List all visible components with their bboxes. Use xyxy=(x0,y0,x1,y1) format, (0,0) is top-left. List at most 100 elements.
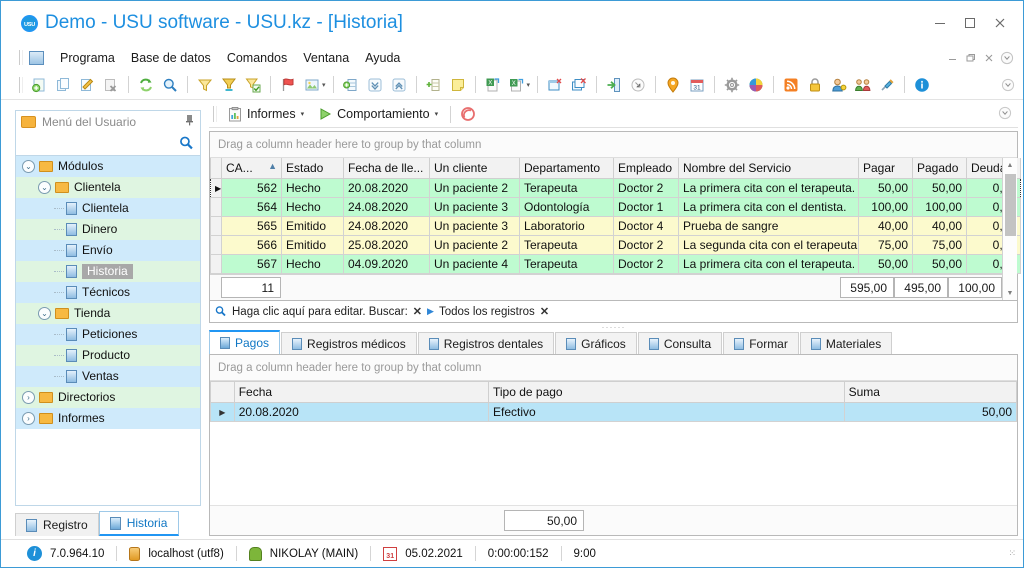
tab-registros-dentales[interactable]: Registros dentales xyxy=(417,332,555,354)
tree-item-m-dulos[interactable]: ⌄ Módulos xyxy=(16,156,200,177)
tree-item-t-cnicos[interactable]: Técnicos xyxy=(16,282,200,303)
cell-departamento[interactable]: Laboratorio xyxy=(519,216,614,236)
table-row[interactable]: 566 Emitido 25.08.2020 Un paciente 2 Terapeu… xyxy=(210,235,1021,255)
scroll-track[interactable] xyxy=(1003,172,1018,286)
color-wheel-button[interactable] xyxy=(745,74,767,96)
tab-registros-m-dicos[interactable]: Registros médicos xyxy=(281,332,417,354)
close-button[interactable] xyxy=(985,10,1015,36)
menu-grip-handle[interactable] xyxy=(19,50,23,65)
calendar-button[interactable]: 31 xyxy=(686,74,708,96)
detail-column-header-fecha[interactable]: Fecha xyxy=(233,381,490,403)
horizontal-splitter[interactable]: ······ xyxy=(209,322,1018,332)
sidebar-search-row[interactable] xyxy=(15,132,201,155)
cell-fecha[interactable]: 20.08.2020 xyxy=(343,178,430,198)
collapse-all-button[interactable] xyxy=(388,74,410,96)
refresh-button[interactable] xyxy=(135,74,157,96)
toolbar-grip-handle[interactable] xyxy=(19,76,23,93)
flag-button[interactable] xyxy=(277,74,299,96)
export-excel-dd-button[interactable]: X xyxy=(506,74,528,96)
cell-estado[interactable]: Emitido xyxy=(281,235,344,255)
exit-button[interactable] xyxy=(603,74,625,96)
table-row[interactable]: 565 Emitido 24.08.2020 Un paciente 3 Laborat… xyxy=(210,216,1021,236)
cell-pagado[interactable]: 50,00 xyxy=(912,254,967,274)
tree-item-dinero[interactable]: Dinero xyxy=(16,219,200,240)
cell-fecha[interactable]: 04.09.2020 xyxy=(343,254,430,274)
minimize-button[interactable] xyxy=(925,10,955,36)
filter-gold-button[interactable] xyxy=(218,74,240,96)
cell-cliente[interactable]: Un paciente 2 xyxy=(429,178,520,198)
expand-all-button[interactable] xyxy=(364,74,386,96)
subtoolbar-grip-handle[interactable] xyxy=(213,106,217,122)
about-button[interactable] xyxy=(911,74,933,96)
cell-pagar[interactable]: 50,00 xyxy=(858,254,913,274)
filter-edit-text[interactable]: Haga clic aquí para editar. Buscar: xyxy=(232,306,408,318)
cell-empleado[interactable]: Doctor 1 xyxy=(613,197,679,217)
cell-servicio[interactable]: La primera cita con el dentista. xyxy=(678,197,859,217)
behavior-button[interactable]: Comportamiento ▾ xyxy=(311,105,445,123)
detail-table-row[interactable]: ▶ 20.08.2020 Efectivo 50,00 xyxy=(210,402,1018,422)
filter-check-button[interactable] xyxy=(242,74,264,96)
users-button[interactable] xyxy=(852,74,874,96)
column-header-pagar[interactable]: Pagar xyxy=(858,158,913,179)
expand-node-icon[interactable]: › xyxy=(22,391,35,404)
cell-departamento[interactable]: Terapeuta xyxy=(519,254,614,274)
cell-id[interactable]: 566 xyxy=(221,235,282,255)
menu-item-comandos[interactable]: Comandos xyxy=(219,49,295,67)
filter-bar[interactable]: Haga clic aquí para editar. Buscar: ✕ ▶ … xyxy=(209,301,1018,323)
cell-servicio[interactable]: La primera cita con el terapeuta. xyxy=(678,178,859,198)
mdi-minimize-button[interactable] xyxy=(945,50,961,66)
cell-estado[interactable]: Hecho xyxy=(281,254,344,274)
tab-pagos[interactable]: Pagos xyxy=(209,330,281,354)
cell-pagar[interactable]: 75,00 xyxy=(858,235,913,255)
map-pin-button[interactable] xyxy=(662,74,684,96)
column-header-estado[interactable]: Estado xyxy=(281,158,344,179)
tree-item-informes[interactable]: › Informes xyxy=(16,408,200,429)
sidebar-tab-historia[interactable]: Historia xyxy=(98,511,179,536)
cell-servicio[interactable]: La primera cita con el terapeuta. xyxy=(678,254,859,274)
cell-departamento[interactable]: Terapeuta xyxy=(519,178,614,198)
add-record-button[interactable] xyxy=(28,74,50,96)
column-header-empleado[interactable]: Empleado xyxy=(613,158,679,179)
collapse-node-icon[interactable]: ⌄ xyxy=(38,307,51,320)
cell-id[interactable]: 565 xyxy=(221,216,282,236)
cell-estado[interactable]: Emitido xyxy=(281,216,344,236)
detail-row-indicator[interactable]: ▶ xyxy=(210,402,235,422)
cell-servicio[interactable]: Prueba de sangre xyxy=(678,216,859,236)
tab-consulta[interactable]: Consulta xyxy=(637,332,723,354)
menu-item-ayuda[interactable]: Ayuda xyxy=(357,49,408,67)
collapse-node-icon[interactable]: ⌄ xyxy=(38,181,51,194)
settings-button[interactable] xyxy=(721,74,743,96)
detail-column-header-tipo-de-pago[interactable]: Tipo de pago xyxy=(488,381,845,403)
scroll-up-icon[interactable]: ▲ xyxy=(1003,158,1018,172)
tree-item-env-o[interactable]: Envío xyxy=(16,240,200,261)
cell-pagado[interactable]: 40,00 xyxy=(912,216,967,236)
cell-pagado[interactable]: 100,00 xyxy=(912,197,967,217)
filter-button[interactable] xyxy=(194,74,216,96)
plug-button[interactable] xyxy=(876,74,898,96)
current-row-indicator[interactable]: ▶ xyxy=(210,178,222,198)
detail-group-panel[interactable]: Drag a column header here to group by th… xyxy=(210,355,1017,381)
detail-column-header-suma[interactable]: Suma xyxy=(843,381,1018,403)
cell-id[interactable]: 567 xyxy=(221,254,282,274)
row-indicator[interactable] xyxy=(210,235,222,255)
sidebar-tab-registro[interactable]: Registro xyxy=(15,513,99,536)
image-button[interactable] xyxy=(301,74,323,96)
export-excel-button[interactable]: X xyxy=(482,74,504,96)
new-window-button[interactable] xyxy=(544,74,566,96)
cancel-button[interactable] xyxy=(457,103,479,125)
tree-item-clientela[interactable]: Clientela xyxy=(16,198,200,219)
column-header-pagado[interactable]: Pagado xyxy=(912,158,967,179)
cell-departamento[interactable]: Odontología xyxy=(519,197,614,217)
row-indicator[interactable] xyxy=(210,254,222,274)
tree-item-peticiones[interactable]: Peticiones xyxy=(16,324,200,345)
cell-empleado[interactable]: Doctor 2 xyxy=(613,254,679,274)
cell-id[interactable]: 564 xyxy=(221,197,282,217)
cell-pagar[interactable]: 50,00 xyxy=(858,178,913,198)
pin-icon[interactable] xyxy=(184,114,195,129)
reports-button[interactable]: Informes ▾ xyxy=(221,105,311,124)
group-expand-button[interactable] xyxy=(340,74,362,96)
tab-gr-ficos[interactable]: Gráficos xyxy=(555,332,637,354)
cell-pagado[interactable]: 75,00 xyxy=(912,235,967,255)
detail-cell-tipo[interactable]: Efectivo xyxy=(488,402,845,422)
add-column-button[interactable] xyxy=(423,74,445,96)
